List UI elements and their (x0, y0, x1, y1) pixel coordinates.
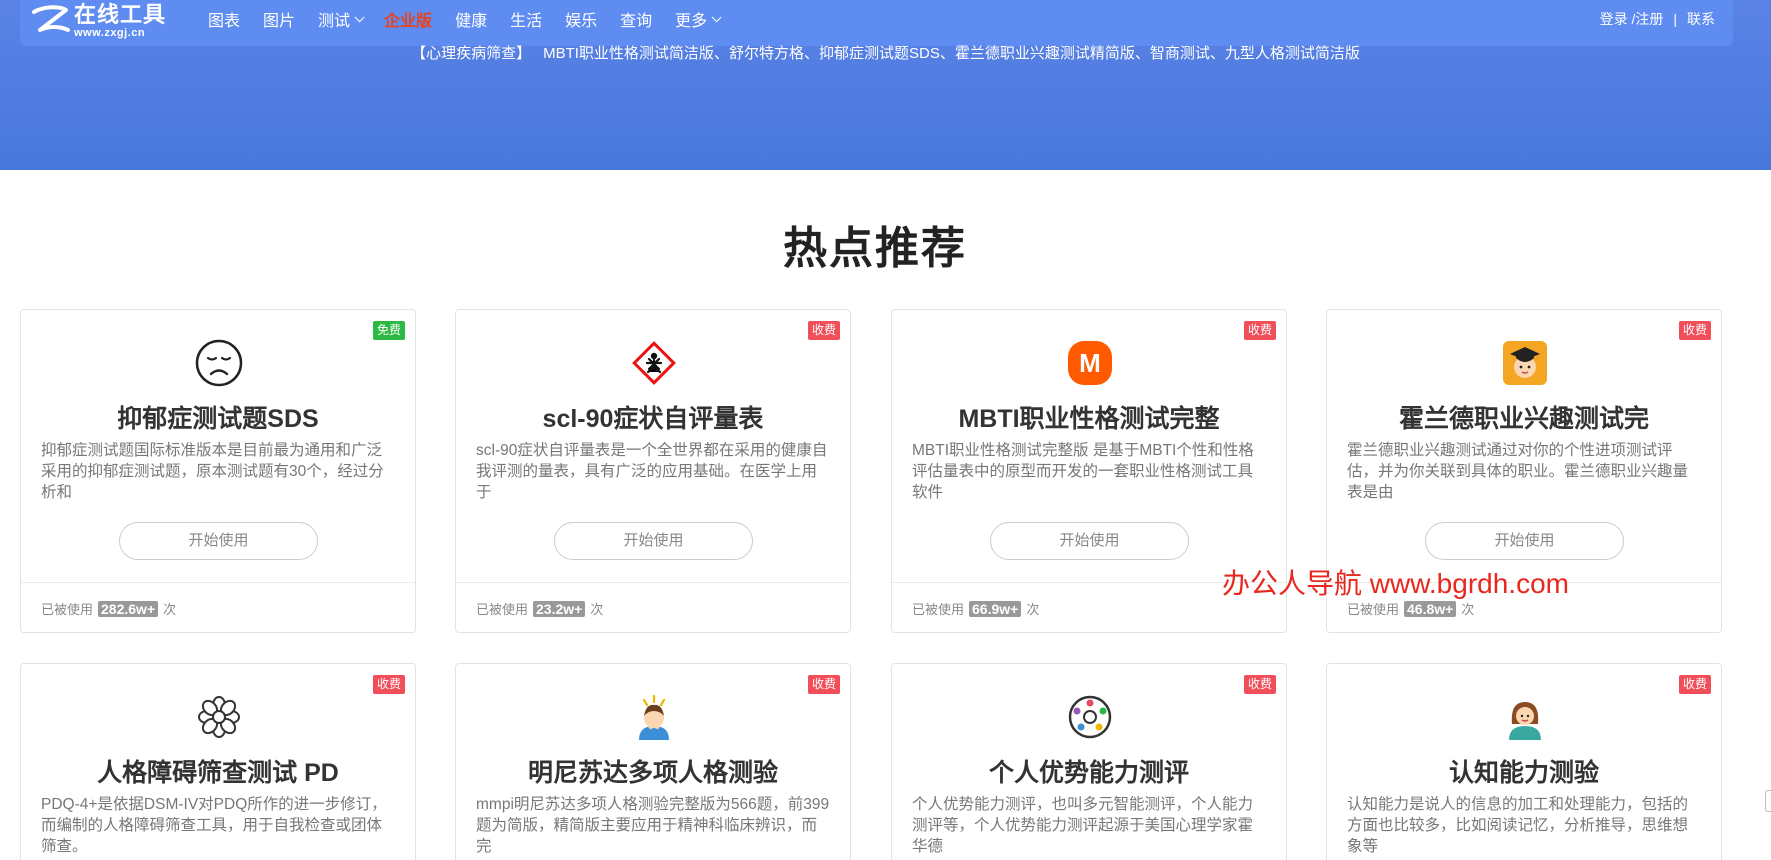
card-title: 人格障碍筛查测试 PD (97, 759, 339, 787)
price-badge: 收费 (372, 675, 405, 694)
card-description: mmpi明尼苏达多项人格测验完整版为566题，前399题为简版，精简版主要应用于… (476, 796, 830, 855)
nav-item-tests[interactable]: 测试 (318, 7, 365, 31)
nav-item-health[interactable]: 健康 (455, 7, 487, 31)
nav-item-entertainment[interactable]: 娱乐 (565, 7, 597, 31)
tool-card[interactable]: 收费 scl-90症状自评量表 scl-90症状自评量表是一个全世界都在采用的健… (455, 309, 851, 633)
tool-card[interactable]: 收费 认知能力测验 认知能力是说人的信息的加工和处理能力，包括的方面也比较多，比… (1326, 663, 1722, 860)
tool-card[interactable]: 收费 人格障碍筛查测试 PD PDQ-4+是依据DSM-IV对PDQ所作的进一步… (20, 663, 416, 860)
svg-text:M: M (1079, 348, 1101, 378)
usage-count: 23.2w+ (533, 600, 586, 617)
card-title: MBTI职业性格测试完整 (958, 405, 1220, 433)
sad-face-icon (195, 339, 243, 387)
quick-link[interactable]: 九型人格测试简洁版 (1225, 45, 1360, 62)
quick-links: 【心理疾病筛查】 MBTI职业性格测试简洁版、舒尔特方格、抑郁症测试题SDS、霍兰… (411, 45, 1360, 62)
nav-item-enterprise[interactable]: 企业版 (384, 7, 432, 31)
card-description: MBTI职业性格测试完整版 是基于MBTI个性和性格评估量表中的原型而开发的一套… (912, 442, 1254, 501)
start-button[interactable]: 开始使用 (990, 522, 1189, 560)
section-title: 热点推荐 (783, 224, 967, 273)
usage-count: 282.6w+ (98, 600, 159, 617)
tool-card[interactable]: 收费 明尼苏达多项人格测验 mmpi明尼苏达多项人格测验完整版为566题，前39… (455, 663, 851, 860)
start-button[interactable]: 开始使用 (1425, 522, 1624, 560)
hero-banner: 在线工具 www.zxgj.cn 图表 图片 测试 企业版 健康 生活 娱乐 查… (0, 0, 1771, 170)
quick-link[interactable]: 智商测试 (1150, 45, 1210, 62)
price-badge: 收费 (1243, 321, 1276, 340)
card-title: 抑郁症测试题SDS (117, 405, 319, 433)
nav-item-charts[interactable]: 图表 (208, 7, 240, 31)
nav-item-query[interactable]: 查询 (620, 7, 652, 31)
price-badge: 收费 (1678, 321, 1711, 340)
usage-count: 46.8w+ (1404, 600, 1457, 617)
login-register-link[interactable]: 登录 /注册 (1600, 9, 1664, 29)
start-button[interactable]: 开始使用 (119, 522, 318, 560)
flower-icon (195, 693, 243, 741)
quick-link[interactable]: 霍兰德职业兴趣测试精简版 (955, 45, 1135, 62)
top-navbar: 在线工具 www.zxgj.cn 图表 图片 测试 企业版 健康 生活 娱乐 查… (20, 0, 1733, 46)
site-logo[interactable]: 在线工具 www.zxgj.cn (30, 2, 180, 40)
logo-swoosh-icon (32, 5, 70, 32)
card-description: PDQ-4+是依据DSM-IV对PDQ所作的进一步修订，而编制的人格障碍筛查工具… (41, 796, 387, 855)
card-title: 个人优势能力测评 (988, 759, 1189, 787)
side-scroll-handle[interactable] (1765, 790, 1771, 812)
start-button[interactable]: 开始使用 (554, 522, 753, 560)
nav-item-life[interactable]: 生活 (510, 7, 542, 31)
main-nav: 图表 图片 测试 企业版 健康 生活 娱乐 查询 更多 (208, 0, 741, 38)
stressed-person-icon (630, 693, 678, 741)
graduate-avatar-icon (1501, 339, 1549, 387)
usage-footer: 已被使用 282.6w+ 次 (21, 582, 415, 634)
card-description: 认知能力是说人的信息的加工和处理能力，包括的方面也比较多，比如阅读记忆，分析推导… (1347, 796, 1689, 855)
usage-count: 66.9w+ (969, 600, 1022, 617)
logo-url: www.zxgj.cn (74, 26, 146, 39)
chevron-down-icon (354, 11, 365, 22)
price-badge: 收费 (807, 675, 840, 694)
card-description: 霍兰德职业兴趣测试通过对你的个性进项测试评估，并为你关联到具体的职业。霍兰德职业… (1347, 442, 1689, 501)
m-logo-icon: M (1066, 339, 1114, 387)
quick-link[interactable]: 舒尔特方格 (729, 45, 804, 62)
user-links: 登录 /注册 | 联系 (1600, 0, 1715, 38)
card-description: 抑郁症测试题国际标准版本是目前最为通用和广泛采用的抑郁症测试题，原本测试题有30… (41, 442, 384, 501)
price-badge: 收费 (807, 321, 840, 340)
nav-item-images[interactable]: 图片 (263, 7, 295, 31)
chevron-down-icon (711, 11, 722, 22)
card-title: 霍兰德职业兴趣测试完 (1398, 405, 1649, 433)
price-badge: 收费 (1678, 675, 1711, 694)
quick-link[interactable]: 抑郁症测试题SDS (819, 45, 940, 62)
logo-title: 在线工具 (74, 1, 167, 27)
card-title: 认知能力测验 (1448, 759, 1599, 787)
nav-separator: | (1673, 11, 1677, 27)
nav-item-more[interactable]: 更多 (675, 7, 722, 31)
health-hazard-icon (630, 339, 678, 387)
watermark-text: 办公人导航 www.bgrdh.com (1222, 568, 1569, 599)
price-badge: 收费 (1243, 675, 1276, 694)
tool-card[interactable]: 免费 抑郁症测试题SDS 抑郁症测试题国际标准版本是目前最为通用和广泛采用的抑郁… (20, 309, 416, 633)
woman-avatar-icon (1501, 693, 1549, 741)
card-title: 明尼苏达多项人格测验 (527, 759, 778, 787)
contact-link[interactable]: 联系 (1687, 9, 1715, 29)
usage-footer: 已被使用 23.2w+ 次 (456, 582, 850, 634)
card-description: scl-90症状自评量表是一个全世界都在采用的健康自我评测的量表，具有广泛的应用… (476, 442, 828, 501)
card-title: scl-90症状自评量表 (542, 405, 764, 433)
quick-links-category[interactable]: 【心理疾病筛查】 (411, 45, 531, 62)
tool-card[interactable]: 收费 个人优势能力测评 个人优势能力测评，也叫多元智能测评，个人能力测评等，个人… (891, 663, 1287, 860)
people-circle-icon (1066, 693, 1114, 741)
quick-link[interactable]: MBTI职业性格测试简洁版 (543, 45, 714, 62)
price-badge: 免费 (372, 321, 405, 340)
card-description: 个人优势能力测评，也叫多元智能测评，个人能力测评等，个人优势能力测评起源于美国心… (912, 796, 1254, 855)
